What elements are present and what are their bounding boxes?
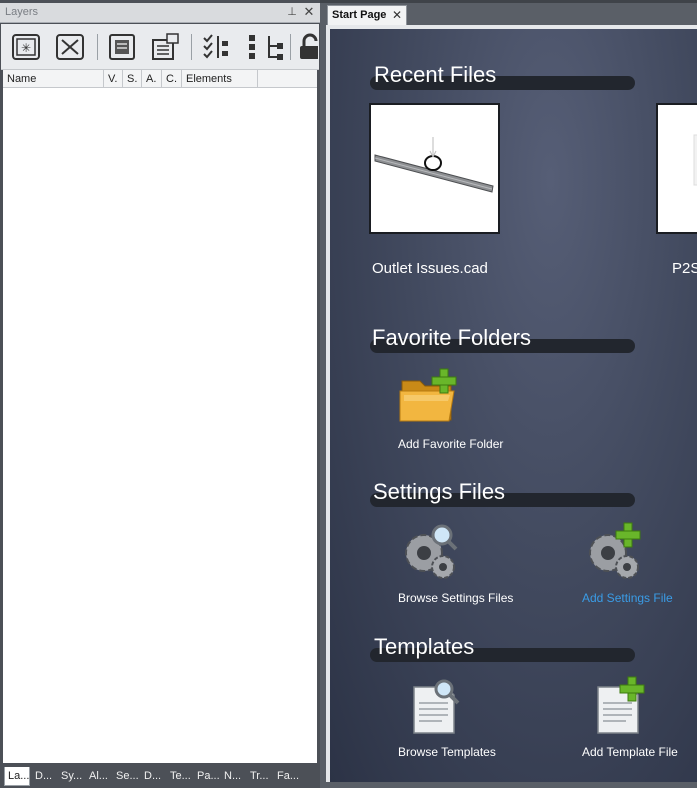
bottom-tab[interactable]: D... [141, 767, 166, 786]
add-folder-icon[interactable] [398, 365, 462, 429]
column-header-visible[interactable]: V. [104, 70, 123, 88]
bottom-tab-layers[interactable]: La... [4, 767, 30, 786]
column-header-elements[interactable]: Elements [182, 70, 258, 88]
browse-settings-files-link[interactable]: Browse Settings Files [398, 591, 513, 605]
document-tabstrip: Start Page ✕ [320, 3, 697, 25]
column-header-selectable[interactable]: S. [123, 70, 142, 88]
close-tab-icon[interactable]: ✕ [392, 8, 402, 22]
check-tree-icon[interactable] [200, 32, 232, 62]
add-favorite-folder-link[interactable]: Add Favorite Folder [398, 437, 503, 451]
recent-file-thumbnail[interactable] [369, 103, 500, 234]
browse-templates-icon[interactable] [402, 675, 466, 739]
document-bottom-border [320, 782, 697, 788]
toolbar-separator [191, 34, 192, 60]
bottom-tab[interactable]: Tr... [247, 767, 273, 786]
toolbar-separator [290, 34, 291, 60]
column-header-active[interactable]: A. [142, 70, 162, 88]
bottom-tab[interactable]: Te... [167, 767, 194, 786]
bottom-tab[interactable]: N... [221, 767, 246, 786]
add-template-icon[interactable] [586, 675, 650, 739]
templates-heading: Templates [374, 634, 475, 659]
collapse-tree-icon[interactable] [259, 32, 291, 62]
toolbar-separator [97, 34, 98, 60]
bottom-tab[interactable]: Fa... [274, 767, 302, 786]
recent-file-thumbnail[interactable] [656, 103, 697, 234]
layers-grid-header: Name V. S. A. C. Elements [3, 70, 317, 88]
column-header-color[interactable]: C. [162, 70, 182, 88]
lock-icon[interactable] [296, 32, 318, 62]
svg-text:✳: ✳ [21, 41, 31, 55]
pin-icon[interactable]: ⊥ [285, 4, 299, 20]
bottom-tab[interactable]: Se... [113, 767, 140, 786]
recent-file-name[interactable]: P2S [672, 260, 697, 277]
bottom-tab[interactable]: Al... [86, 767, 112, 786]
tab-start-page[interactable]: Start Page ✕ [327, 5, 407, 25]
recent-files-heading: Recent Files [374, 62, 497, 87]
start-page: Recent Files Outlet Issues.cad P2S Favor… [330, 29, 697, 782]
close-panel-icon[interactable]: ✕ [302, 4, 316, 20]
layer-properties-icon[interactable] [149, 32, 181, 62]
document-area: Start Page ✕ Recent Files Outlet Issues.… [320, 0, 697, 788]
layers-title: Layers [5, 6, 39, 18]
favorite-folders-heading: Favorite Folders [372, 325, 531, 350]
bottom-tab[interactable]: Sy... [58, 767, 85, 786]
bottom-tab[interactable]: D... [32, 767, 56, 786]
layers-titlebar: Layers ⊥ ✕ [0, 3, 320, 23]
browse-templates-link[interactable]: Browse Templates [398, 745, 496, 759]
layers-toolbar: ✳ [1, 24, 319, 70]
add-template-file-link[interactable]: Add Template File [582, 745, 678, 759]
settings-files-heading: Settings Files [373, 479, 506, 504]
layers-panel: Layers ⊥ ✕ ✳ Name V. S. A. C. Elements L… [0, 0, 320, 788]
panel-bottom-tabs: La... D... Sy... Al... Se... D... Te... … [0, 763, 320, 788]
recent-file-name[interactable]: Outlet Issues.cad [372, 260, 488, 277]
browse-settings-icon[interactable] [398, 519, 462, 583]
delete-layer-icon[interactable] [54, 32, 86, 62]
layer-manager-icon[interactable] [106, 32, 138, 62]
tab-start-page-label: Start Page [332, 9, 387, 21]
layers-list[interactable] [3, 88, 317, 763]
start-page-frame: Recent Files Outlet Issues.cad P2S Favor… [326, 25, 697, 782]
column-header-name[interactable]: Name [3, 70, 104, 88]
add-settings-icon[interactable] [582, 519, 646, 583]
new-layer-icon[interactable]: ✳ [10, 32, 42, 62]
bottom-tab[interactable]: Pa... [194, 767, 221, 786]
add-settings-file-link[interactable]: Add Settings File [582, 591, 673, 605]
